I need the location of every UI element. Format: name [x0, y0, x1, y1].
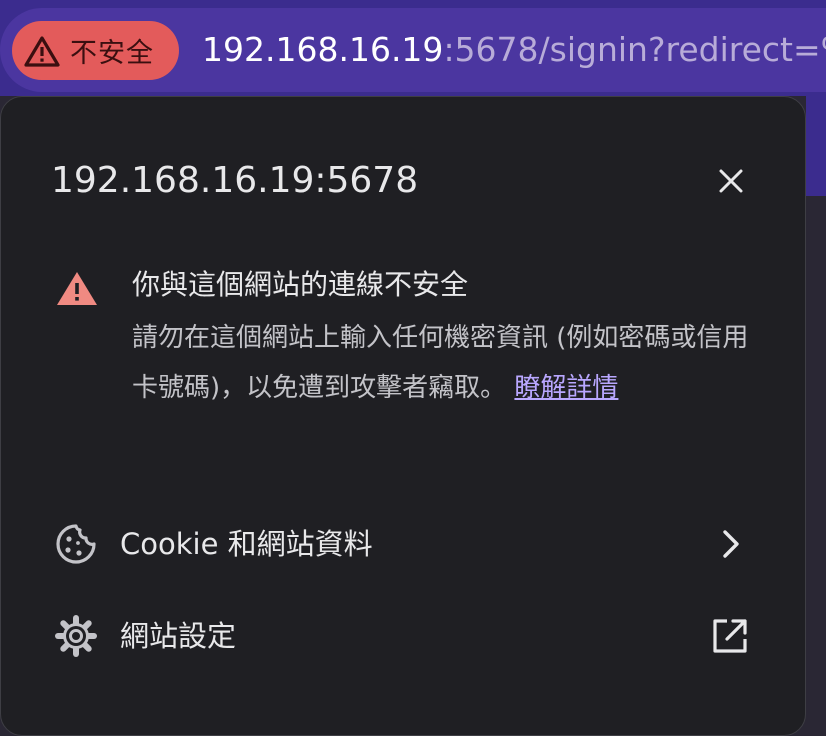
url-text[interactable]: 192.168.16.19:5678/signin?redirect=%: [202, 28, 826, 72]
warning-triangle-icon: [24, 35, 60, 67]
open-in-new-icon: [713, 619, 747, 653]
close-icon: [719, 169, 743, 193]
security-chip[interactable]: 不安全: [12, 21, 179, 80]
cookie-icon: [56, 524, 96, 564]
warning-triangle-icon: [57, 272, 97, 305]
learn-more-link[interactable]: 瞭解詳情: [514, 373, 618, 403]
gear-icon: [55, 615, 97, 657]
popup-title: 192.168.16.19:5678: [51, 160, 419, 201]
page-backdrop: [806, 96, 826, 196]
site-settings-row[interactable]: 網站設定: [0, 596, 806, 676]
warning-body: 請勿在這個網站上輸入任何機密資訊 (例如密碼或信用卡號碼)，以免遭到攻擊者竊取。…: [132, 313, 762, 413]
url-path: :5678/signin?redirect=%: [443, 30, 826, 69]
site-settings-row-label: 網站設定: [120, 619, 237, 653]
toolbar: 不安全 192.168.16.19:5678/signin?redirect=%: [0, 0, 826, 96]
cookies-row[interactable]: Cookie 和網站資料: [0, 508, 806, 588]
close-button[interactable]: [712, 162, 750, 200]
warning-body-text: 請勿在這個網站上輸入任何機密資訊 (例如密碼或信用卡號碼)，以免遭到攻擊者竊取。: [132, 323, 749, 403]
cookies-row-label: Cookie 和網站資料: [120, 527, 373, 561]
url-host: 192.168.16.19: [202, 30, 444, 69]
warning-heading: 你與這個網站的連線不安全: [132, 268, 469, 301]
chevron-right-icon: [723, 530, 739, 558]
security-chip-label: 不安全: [70, 38, 154, 69]
